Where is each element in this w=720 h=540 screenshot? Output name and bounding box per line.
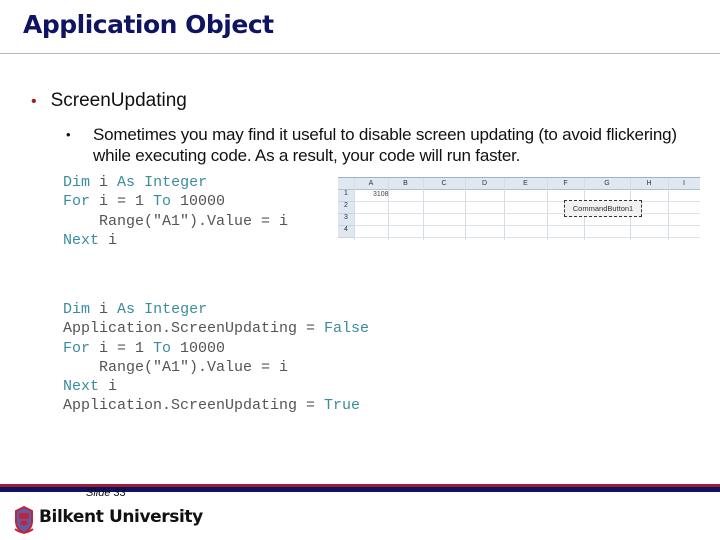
row-header: 1 <box>338 190 354 202</box>
slide-number: Slide 33 <box>86 487 126 499</box>
grid-line <box>354 225 700 226</box>
code-keyword: For <box>63 193 91 211</box>
column-header: B <box>403 180 408 187</box>
code-text: i <box>99 231 118 249</box>
code-line: Next i <box>63 231 288 250</box>
code-line: For i = 1 To 10000 <box>63 339 369 358</box>
column-header: E <box>523 180 528 187</box>
column-header: I <box>683 180 685 187</box>
column-header: D <box>481 180 488 187</box>
code-text: Application.ScreenUpdating = <box>63 320 325 338</box>
code-text: i <box>90 174 118 191</box>
code-line: Range("A1").Value = i <box>63 212 288 231</box>
grid-line <box>423 178 424 240</box>
grid-line <box>354 213 700 214</box>
bilkent-crest-icon <box>14 505 34 535</box>
excel-spreadsheet-screenshot: A B C D E F G H I 1 2 3 4 3108 <box>338 177 700 240</box>
bullet-icon: • <box>31 93 37 110</box>
code-text: i <box>99 378 118 396</box>
bullet-icon: • <box>66 127 71 142</box>
grid-line <box>504 178 505 240</box>
code-line: Dim i As Integer <box>63 173 288 192</box>
code-block-without-screenupdating: Dim i As Integer For i = 1 To 10000 Range… <box>63 173 288 250</box>
command-button[interactable]: CommandButton1 <box>564 200 642 217</box>
code-keyword: True <box>324 397 361 415</box>
row-header: 4 <box>338 226 354 238</box>
grid-line <box>354 237 700 238</box>
slide-title: Application Object <box>23 10 274 39</box>
code-keyword: For <box>63 339 91 357</box>
code-block-with-screenupdating: Dim i As Integer Application.ScreenUpdati… <box>63 300 369 416</box>
code-keyword: Next <box>63 378 100 396</box>
code-line: For i = 1 To 10000 <box>63 192 288 211</box>
bullet-level1: • ScreenUpdating <box>31 90 187 112</box>
column-header: G <box>604 180 610 187</box>
code-keyword: Integer <box>144 301 208 318</box>
code-keyword: Next <box>63 231 100 249</box>
code-keyword: Integer <box>144 174 208 191</box>
code-keyword: As <box>117 301 136 318</box>
bullet-level2-text: Sometimes you may find it useful to disa… <box>93 125 677 165</box>
row-header: 2 <box>338 202 354 214</box>
column-header: C <box>441 180 447 187</box>
bullet-level1-text: ScreenUpdating <box>50 90 187 111</box>
code-line: Application.ScreenUpdating = True <box>63 396 369 415</box>
code-keyword: Dim <box>63 174 91 191</box>
code-text: Application.ScreenUpdating = <box>63 397 325 415</box>
institution-name: Bilkent University <box>39 507 203 527</box>
code-keyword: To <box>153 339 172 357</box>
code-keyword: False <box>324 320 370 338</box>
code-text: i = 1 <box>90 193 154 211</box>
column-header: H <box>646 180 652 187</box>
code-line: Dim i As Integer <box>63 300 369 319</box>
column-header: F <box>563 180 568 187</box>
grid-line <box>354 178 355 240</box>
grid-line <box>547 178 548 240</box>
code-text: 10000 <box>171 339 226 357</box>
code-line: Range("A1").Value = i <box>63 358 369 377</box>
grid-line <box>388 178 389 240</box>
title-divider <box>0 53 720 54</box>
code-line: Next i <box>63 377 369 396</box>
grid-line <box>668 178 669 240</box>
code-text: Range("A1").Value = i <box>63 358 289 376</box>
bullet-level2: • Sometimes you may find it useful to di… <box>66 124 686 166</box>
row-header: 3 <box>338 214 354 226</box>
code-text: 10000 <box>171 193 226 211</box>
code-text: i = 1 <box>90 339 154 357</box>
cell-a1: 3108 <box>373 191 389 198</box>
grid-line <box>354 201 700 202</box>
code-text: i <box>90 301 118 318</box>
code-keyword: As <box>117 174 136 191</box>
code-line: Application.ScreenUpdating = False <box>63 319 369 338</box>
grid-line <box>465 178 466 240</box>
code-keyword: Dim <box>63 301 91 318</box>
column-header: A <box>368 180 374 187</box>
code-keyword: To <box>153 193 172 211</box>
code-text: Range("A1").Value = i <box>63 212 289 230</box>
